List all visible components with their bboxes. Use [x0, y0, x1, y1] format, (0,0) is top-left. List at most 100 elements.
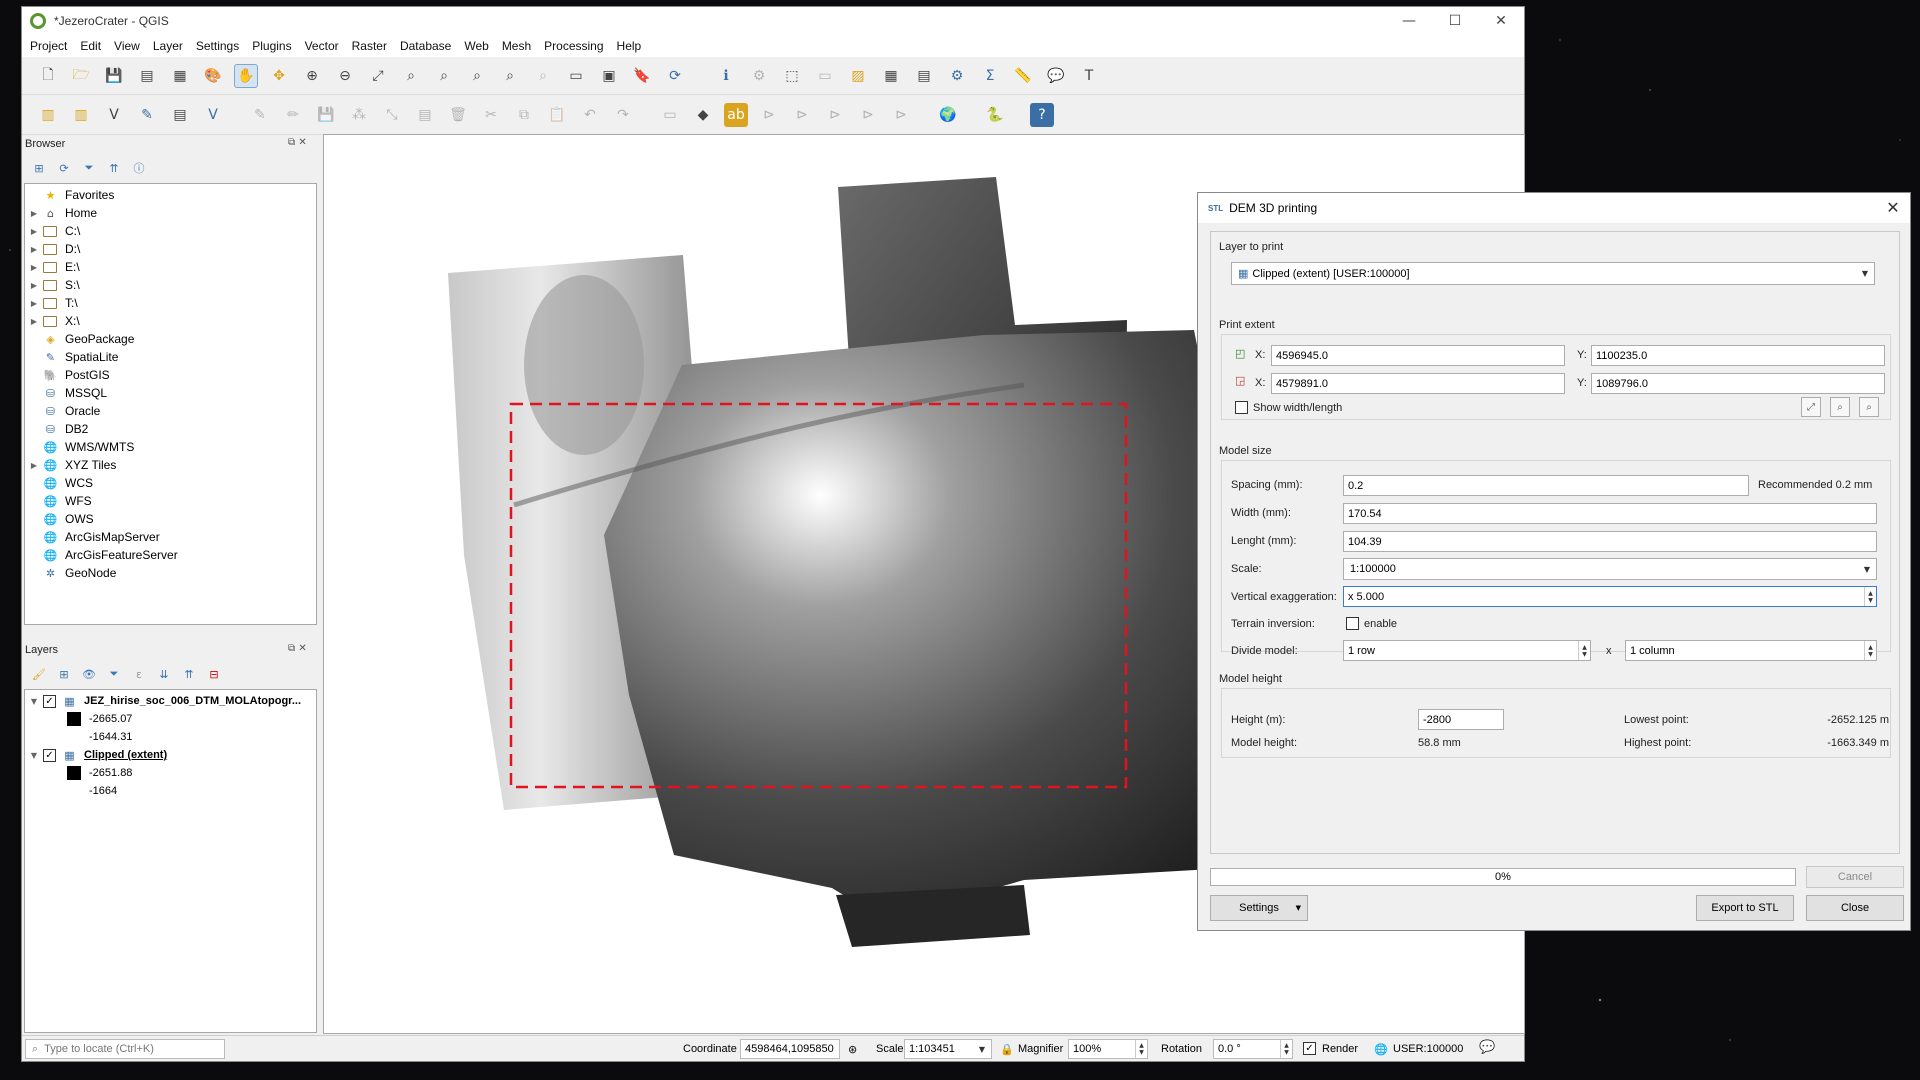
toggle-extents-icon[interactable]: ⊛	[848, 1043, 857, 1056]
rotate-label-icon[interactable]: ⊳	[856, 103, 880, 127]
filter-legend-icon[interactable]: ⏷	[106, 666, 122, 682]
data-source-manager-icon[interactable]: ▥	[36, 103, 60, 127]
paste-features-icon[interactable]: 📋	[545, 103, 569, 127]
filter-browser-icon[interactable]: ⏷	[81, 160, 97, 176]
menu-mesh[interactable]: Mesh	[502, 39, 531, 53]
browser-item-arcgisfeatureserver[interactable]: 🌐 ArcGisFeatureServer	[25, 546, 316, 564]
filter-expression-icon[interactable]: ε	[131, 666, 147, 682]
browser-item-wfs[interactable]: 🌐 WFS	[25, 492, 316, 510]
spin-arrows-icon[interactable]: ▲ ▼	[1864, 587, 1876, 606]
render-checkbox[interactable]: ✓	[1303, 1042, 1316, 1055]
browser-item-ows[interactable]: 🌐 OWS	[25, 510, 316, 528]
identify-features-icon[interactable]: ℹ	[714, 64, 738, 88]
attribute-table-icon[interactable]: ▦	[879, 64, 903, 88]
spacing-input[interactable]: 0.2	[1343, 475, 1749, 496]
pan-to-selection-icon[interactable]: ✥	[267, 64, 291, 88]
select-by-value-icon[interactable]: ▭	[813, 64, 837, 88]
zoom-to-layer-icon[interactable]: ⌕	[432, 64, 456, 88]
new-map-view-icon[interactable]: ▭	[564, 64, 588, 88]
x1-input[interactable]: 4596945.0	[1271, 345, 1565, 366]
layer-labeling-icon[interactable]: ◆	[691, 103, 715, 127]
width-input[interactable]: 170.54	[1343, 503, 1877, 524]
add-feature-icon[interactable]: ⁂	[347, 103, 371, 127]
toggle-editing-icon[interactable]: ✏	[281, 103, 305, 127]
browser-item-spatialite[interactable]: ✎ SpatiaLite	[25, 348, 316, 366]
menu-processing[interactable]: Processing	[544, 39, 603, 53]
digitize-icon[interactable]: ✎	[135, 103, 159, 127]
messages-icon[interactable]: 💬	[1479, 1040, 1495, 1055]
collapse-arrow-icon[interactable]: ▼	[25, 751, 43, 760]
layer-extent-icon[interactable]: ⌕	[1830, 397, 1850, 417]
browser-item-geonode[interactable]: ✲ GeoNode	[25, 564, 316, 582]
browser-item-wcs[interactable]: 🌐 WCS	[25, 474, 316, 492]
undo-icon[interactable]: ↶	[578, 103, 602, 127]
browser-item-s[interactable]: ▶ S:\	[25, 276, 316, 294]
add-group-icon[interactable]: ⊞	[56, 666, 72, 682]
select-extent-icon[interactable]: ⌕	[1859, 397, 1879, 417]
scale-combobox[interactable]: 1:100000 ▼	[1343, 558, 1877, 580]
cut-features-icon[interactable]: ✂	[479, 103, 503, 127]
modify-attributes-icon[interactable]: ▤	[413, 103, 437, 127]
layer-row-dtm[interactable]: ▼ ✓ ▦ JEZ_hirise_soc_006_DTM_MOLAtopogr.…	[25, 692, 316, 710]
layers-float-close-buttons[interactable]: ⧉ ✕	[288, 643, 307, 654]
x2-input[interactable]: 4579891.0	[1271, 373, 1565, 394]
full-extent-icon[interactable]: ⤢	[1801, 397, 1821, 417]
menu-help[interactable]: Help	[617, 39, 642, 53]
length-input[interactable]: 104.39	[1343, 531, 1877, 552]
manage-themes-icon[interactable]: 👁	[81, 666, 97, 682]
processing-toolbox-icon[interactable]: ⚙	[945, 64, 969, 88]
delete-selected-icon[interactable]: 🗑	[446, 103, 470, 127]
save-edits-icon[interactable]: 💾	[314, 103, 338, 127]
menu-plugins[interactable]: Plugins	[252, 39, 291, 53]
browser-item-e[interactable]: ▶ E:\	[25, 258, 316, 276]
rows-spinbox[interactable]: 1 row ▲ ▼	[1343, 640, 1591, 661]
collapse-all-layers-icon[interactable]: ⇈	[181, 666, 197, 682]
spatial-bookmark-icon[interactable]: 🔖	[630, 64, 654, 88]
coordinate-field[interactable]: 4598464,1095850	[740, 1039, 840, 1059]
browser-item-geopackage[interactable]: ◈ GeoPackage	[25, 330, 316, 348]
menu-raster[interactable]: Raster	[352, 39, 387, 53]
menu-settings[interactable]: Settings	[196, 39, 239, 53]
expand-arrow-icon[interactable]: ▶	[25, 281, 43, 290]
settings-button[interactable]: Settings ▼	[1210, 895, 1308, 921]
pin-labels-icon[interactable]: ⊳	[757, 103, 781, 127]
browser-item-favorites[interactable]: ★ Favorites	[25, 186, 316, 204]
browser-float-close-buttons[interactable]: ⧉ ✕	[288, 137, 307, 148]
spin-arrows-icon[interactable]: ▲ ▼	[1135, 1040, 1147, 1058]
open-project-icon[interactable]: 🗁	[69, 64, 93, 88]
expand-arrow-icon[interactable]: ▶	[25, 227, 43, 236]
layer-styling-icon[interactable]: 🖌	[31, 666, 47, 682]
crs-globe-icon[interactable]: 🌐	[1374, 1043, 1388, 1056]
lock-scale-icon[interactable]: 🔒	[1000, 1043, 1014, 1056]
browser-item-xyz-tiles[interactable]: ▶ 🌐 XYZ Tiles	[25, 456, 316, 474]
zoom-to-selection-icon[interactable]: ⌕	[399, 64, 423, 88]
map-tips-icon[interactable]: 💬	[1044, 64, 1068, 88]
vector-layer-icon[interactable]: V	[102, 103, 126, 127]
browser-item-d[interactable]: ▶ D:\	[25, 240, 316, 258]
expand-arrow-icon[interactable]: ▶	[25, 299, 43, 308]
expand-arrow-icon[interactable]: ▶	[25, 245, 43, 254]
label-tool-icon[interactable]: ▭	[658, 103, 682, 127]
new-geopackage-icon[interactable]: ▥	[69, 103, 93, 127]
scale-combobox[interactable]: 1:103451 ▼	[904, 1039, 992, 1059]
expand-arrow-icon[interactable]: ▶	[25, 263, 43, 272]
highlight-labels-icon[interactable]: ab	[724, 102, 748, 127]
browser-item-t[interactable]: ▶ T:\	[25, 294, 316, 312]
height-input[interactable]: -2800	[1418, 709, 1504, 730]
change-label-icon[interactable]: ⊳	[889, 103, 913, 127]
statistical-summary-icon[interactable]: Σ	[978, 64, 1002, 88]
y2-input[interactable]: 1089796.0	[1591, 373, 1885, 394]
text-annotation-icon[interactable]: T	[1077, 64, 1101, 88]
style-manager-icon[interactable]: 🎨	[201, 64, 225, 88]
browser-item-mssql[interactable]: ⛁ MSSQL	[25, 384, 316, 402]
zoom-next-icon[interactable]: ⌕	[531, 64, 555, 88]
layer-visibility-checkbox[interactable]: ✓	[43, 748, 56, 762]
vertical-exaggeration-spinbox[interactable]: x 5.000 ▲ ▼	[1343, 586, 1877, 607]
menu-edit[interactable]: Edit	[80, 39, 101, 53]
menu-view[interactable]: View	[114, 39, 140, 53]
expand-arrow-icon[interactable]: ▶	[25, 461, 43, 470]
temporal-controller-icon[interactable]: ▣	[597, 64, 621, 88]
new-project-icon[interactable]: 🗋	[36, 64, 60, 88]
browser-item-wms-wmts[interactable]: 🌐 WMS/WMTS	[25, 438, 316, 456]
spin-arrows-icon[interactable]: ▲ ▼	[1280, 1040, 1292, 1058]
